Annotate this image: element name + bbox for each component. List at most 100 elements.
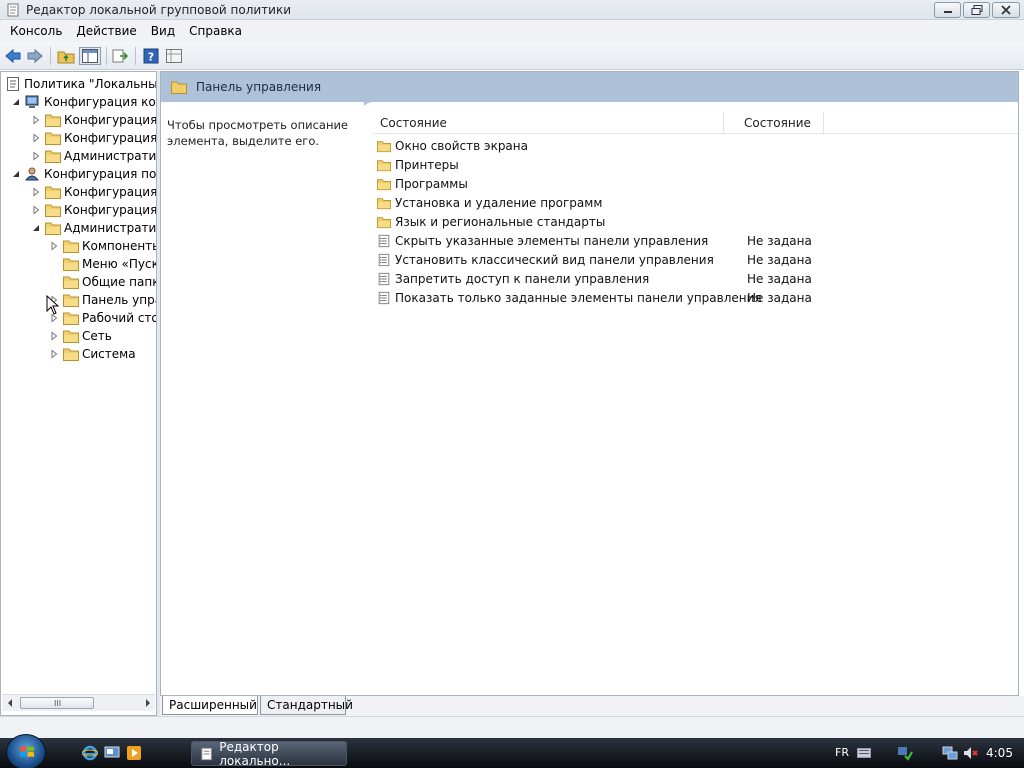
internet-explorer-icon[interactable] bbox=[82, 745, 98, 761]
tree-item[interactable]: Административн bbox=[31, 147, 156, 165]
menu-help[interactable]: Справка bbox=[182, 20, 249, 42]
tree-item[interactable]: Компоненты bbox=[49, 237, 157, 255]
list-item[interactable]: Скрыть указанные элементы панели управле… bbox=[377, 231, 1017, 250]
forward-button[interactable] bbox=[25, 47, 45, 65]
column-header-state[interactable]: Состояние bbox=[724, 112, 824, 134]
toolbar-separator bbox=[106, 47, 107, 65]
menu-action[interactable]: Действие bbox=[69, 20, 143, 42]
tree-item[interactable]: Конфигурация п bbox=[31, 111, 156, 129]
list-header: Состояние Состояние bbox=[374, 112, 1018, 134]
collapsed-arrow-icon[interactable] bbox=[31, 133, 41, 143]
list-item[interactable]: Установка и удаление программ bbox=[377, 193, 1017, 212]
details-pane: Панель управления Чтобы просмотреть опис… bbox=[160, 71, 1019, 696]
windows-logo-icon bbox=[20, 746, 34, 757]
show-desktop-icon[interactable] bbox=[104, 745, 120, 761]
folder-icon bbox=[63, 240, 79, 253]
collapsed-arrow-icon[interactable] bbox=[49, 349, 59, 359]
network-icon[interactable] bbox=[942, 745, 958, 761]
menu-console[interactable]: Консоль bbox=[3, 20, 69, 42]
close-button[interactable] bbox=[992, 2, 1020, 18]
pane-header-title: Панель управления bbox=[196, 80, 322, 94]
tree-item[interactable]: Конфигурация поль bbox=[11, 165, 157, 183]
properties-button[interactable] bbox=[164, 47, 184, 65]
folder-icon bbox=[45, 114, 61, 127]
volume-muted-icon[interactable] bbox=[962, 745, 978, 761]
tree-item[interactable]: Рабочий сто bbox=[49, 309, 157, 327]
help-icon: ? bbox=[143, 48, 159, 64]
tree-item[interactable]: Конфигурация п bbox=[31, 183, 156, 201]
folder-icon bbox=[45, 204, 61, 217]
media-player-icon[interactable] bbox=[126, 745, 142, 761]
collapsed-arrow-icon[interactable] bbox=[31, 187, 41, 197]
menu-view[interactable]: Вид bbox=[144, 20, 182, 42]
list-item[interactable]: Установить классический вид панели управ… bbox=[377, 250, 1017, 269]
expanded-arrow-icon[interactable] bbox=[11, 169, 21, 179]
folder-icon bbox=[63, 312, 79, 325]
help-button[interactable]: ? bbox=[141, 47, 161, 65]
folder-icon bbox=[45, 222, 61, 235]
expanded-arrow-icon[interactable] bbox=[31, 223, 41, 233]
tree-item[interactable]: Общие папки bbox=[49, 273, 156, 291]
tree-item[interactable]: Политика "Локальный bbox=[5, 75, 157, 93]
tree-item-label: Политика "Локальный bbox=[24, 77, 157, 91]
list-item-state: Не задана bbox=[747, 290, 812, 305]
folder-icon bbox=[63, 348, 79, 361]
tree-spacer bbox=[49, 259, 59, 269]
minimize-button[interactable] bbox=[934, 2, 961, 18]
scroll-left-icon[interactable] bbox=[6, 699, 14, 707]
title-bar: Редактор локальной групповой политики bbox=[0, 0, 1024, 20]
start-button[interactable] bbox=[6, 734, 46, 768]
up-folder-button[interactable] bbox=[56, 47, 76, 65]
tree-item[interactable]: Конфигурация W bbox=[31, 129, 156, 147]
tree-item[interactable]: Панель упра bbox=[49, 291, 156, 309]
clock[interactable]: 4:05 bbox=[986, 746, 1013, 760]
taskbar-window-button[interactable]: Редактор локально... bbox=[191, 740, 347, 768]
description-panel: Чтобы просмотреть описание элемента, выд… bbox=[161, 102, 364, 695]
collapsed-arrow-icon[interactable] bbox=[31, 205, 41, 215]
tab-standard[interactable]: Стандартный bbox=[260, 696, 353, 715]
list-item[interactable]: Окно свойств экрана bbox=[377, 136, 1017, 155]
tree-item-label: Рабочий сто bbox=[82, 311, 157, 325]
scroll-right-icon[interactable] bbox=[144, 699, 152, 707]
tree-item[interactable]: Меню «Пуск bbox=[49, 255, 156, 273]
tree-item[interactable]: Конфигурация комп bbox=[11, 93, 156, 111]
tree-item-label: Система bbox=[82, 347, 136, 361]
keyboard-icon[interactable] bbox=[857, 748, 871, 758]
back-button[interactable] bbox=[3, 47, 23, 65]
setting-icon bbox=[378, 291, 390, 304]
tree-item-label: Компоненты bbox=[82, 239, 157, 253]
list-item-state: Не задана bbox=[747, 233, 812, 248]
tree-horizontal-scrollbar[interactable]: III bbox=[2, 694, 155, 711]
folder-icon bbox=[63, 294, 79, 307]
export-list-button[interactable] bbox=[110, 47, 130, 65]
list-item[interactable]: Запретить доступ к панели управления Не з… bbox=[377, 269, 1017, 288]
collapsed-arrow-icon[interactable] bbox=[31, 115, 41, 125]
list-item[interactable]: Программы bbox=[377, 174, 1017, 193]
pane-header: Панель управления bbox=[161, 72, 1018, 102]
security-center-icon[interactable] bbox=[897, 745, 913, 761]
tree-pane[interactable]: Политика "Локальный Конфигурация комп Конф… bbox=[0, 71, 157, 716]
tree-item-label: Конфигурация комп bbox=[44, 95, 156, 109]
show-hide-tree-button[interactable] bbox=[79, 47, 101, 65]
language-indicator[interactable]: FR bbox=[835, 746, 849, 759]
tab-extended[interactable]: Расширенный bbox=[162, 696, 258, 715]
tree-item[interactable]: Система bbox=[49, 345, 136, 363]
collapsed-arrow-icon[interactable] bbox=[49, 241, 59, 251]
tree-item[interactable]: Сеть bbox=[49, 327, 112, 345]
list-item[interactable]: Показать только заданные элементы панели… bbox=[377, 288, 1017, 307]
folder-icon bbox=[377, 216, 391, 228]
menu-bar: Консоль Действие Вид Справка bbox=[0, 20, 1024, 42]
maximize-button[interactable] bbox=[963, 2, 990, 18]
tree-item-label: Сеть bbox=[82, 329, 112, 343]
collapsed-arrow-icon[interactable] bbox=[31, 151, 41, 161]
list-item[interactable]: Язык и региональные стандарты bbox=[377, 212, 1017, 231]
folder-icon bbox=[45, 186, 61, 199]
tree-item[interactable]: Конфигурация W bbox=[31, 201, 156, 219]
list-item-name: Показать только заданные элементы панели… bbox=[395, 290, 762, 305]
list-item[interactable]: Принтеры bbox=[377, 155, 1017, 174]
column-header-name[interactable]: Состояние bbox=[374, 112, 724, 134]
collapsed-arrow-icon[interactable] bbox=[49, 331, 59, 341]
expanded-arrow-icon[interactable] bbox=[11, 97, 21, 107]
tree-item[interactable]: Административн bbox=[31, 219, 156, 237]
tree-item-label: Конфигурация поль bbox=[44, 167, 157, 181]
